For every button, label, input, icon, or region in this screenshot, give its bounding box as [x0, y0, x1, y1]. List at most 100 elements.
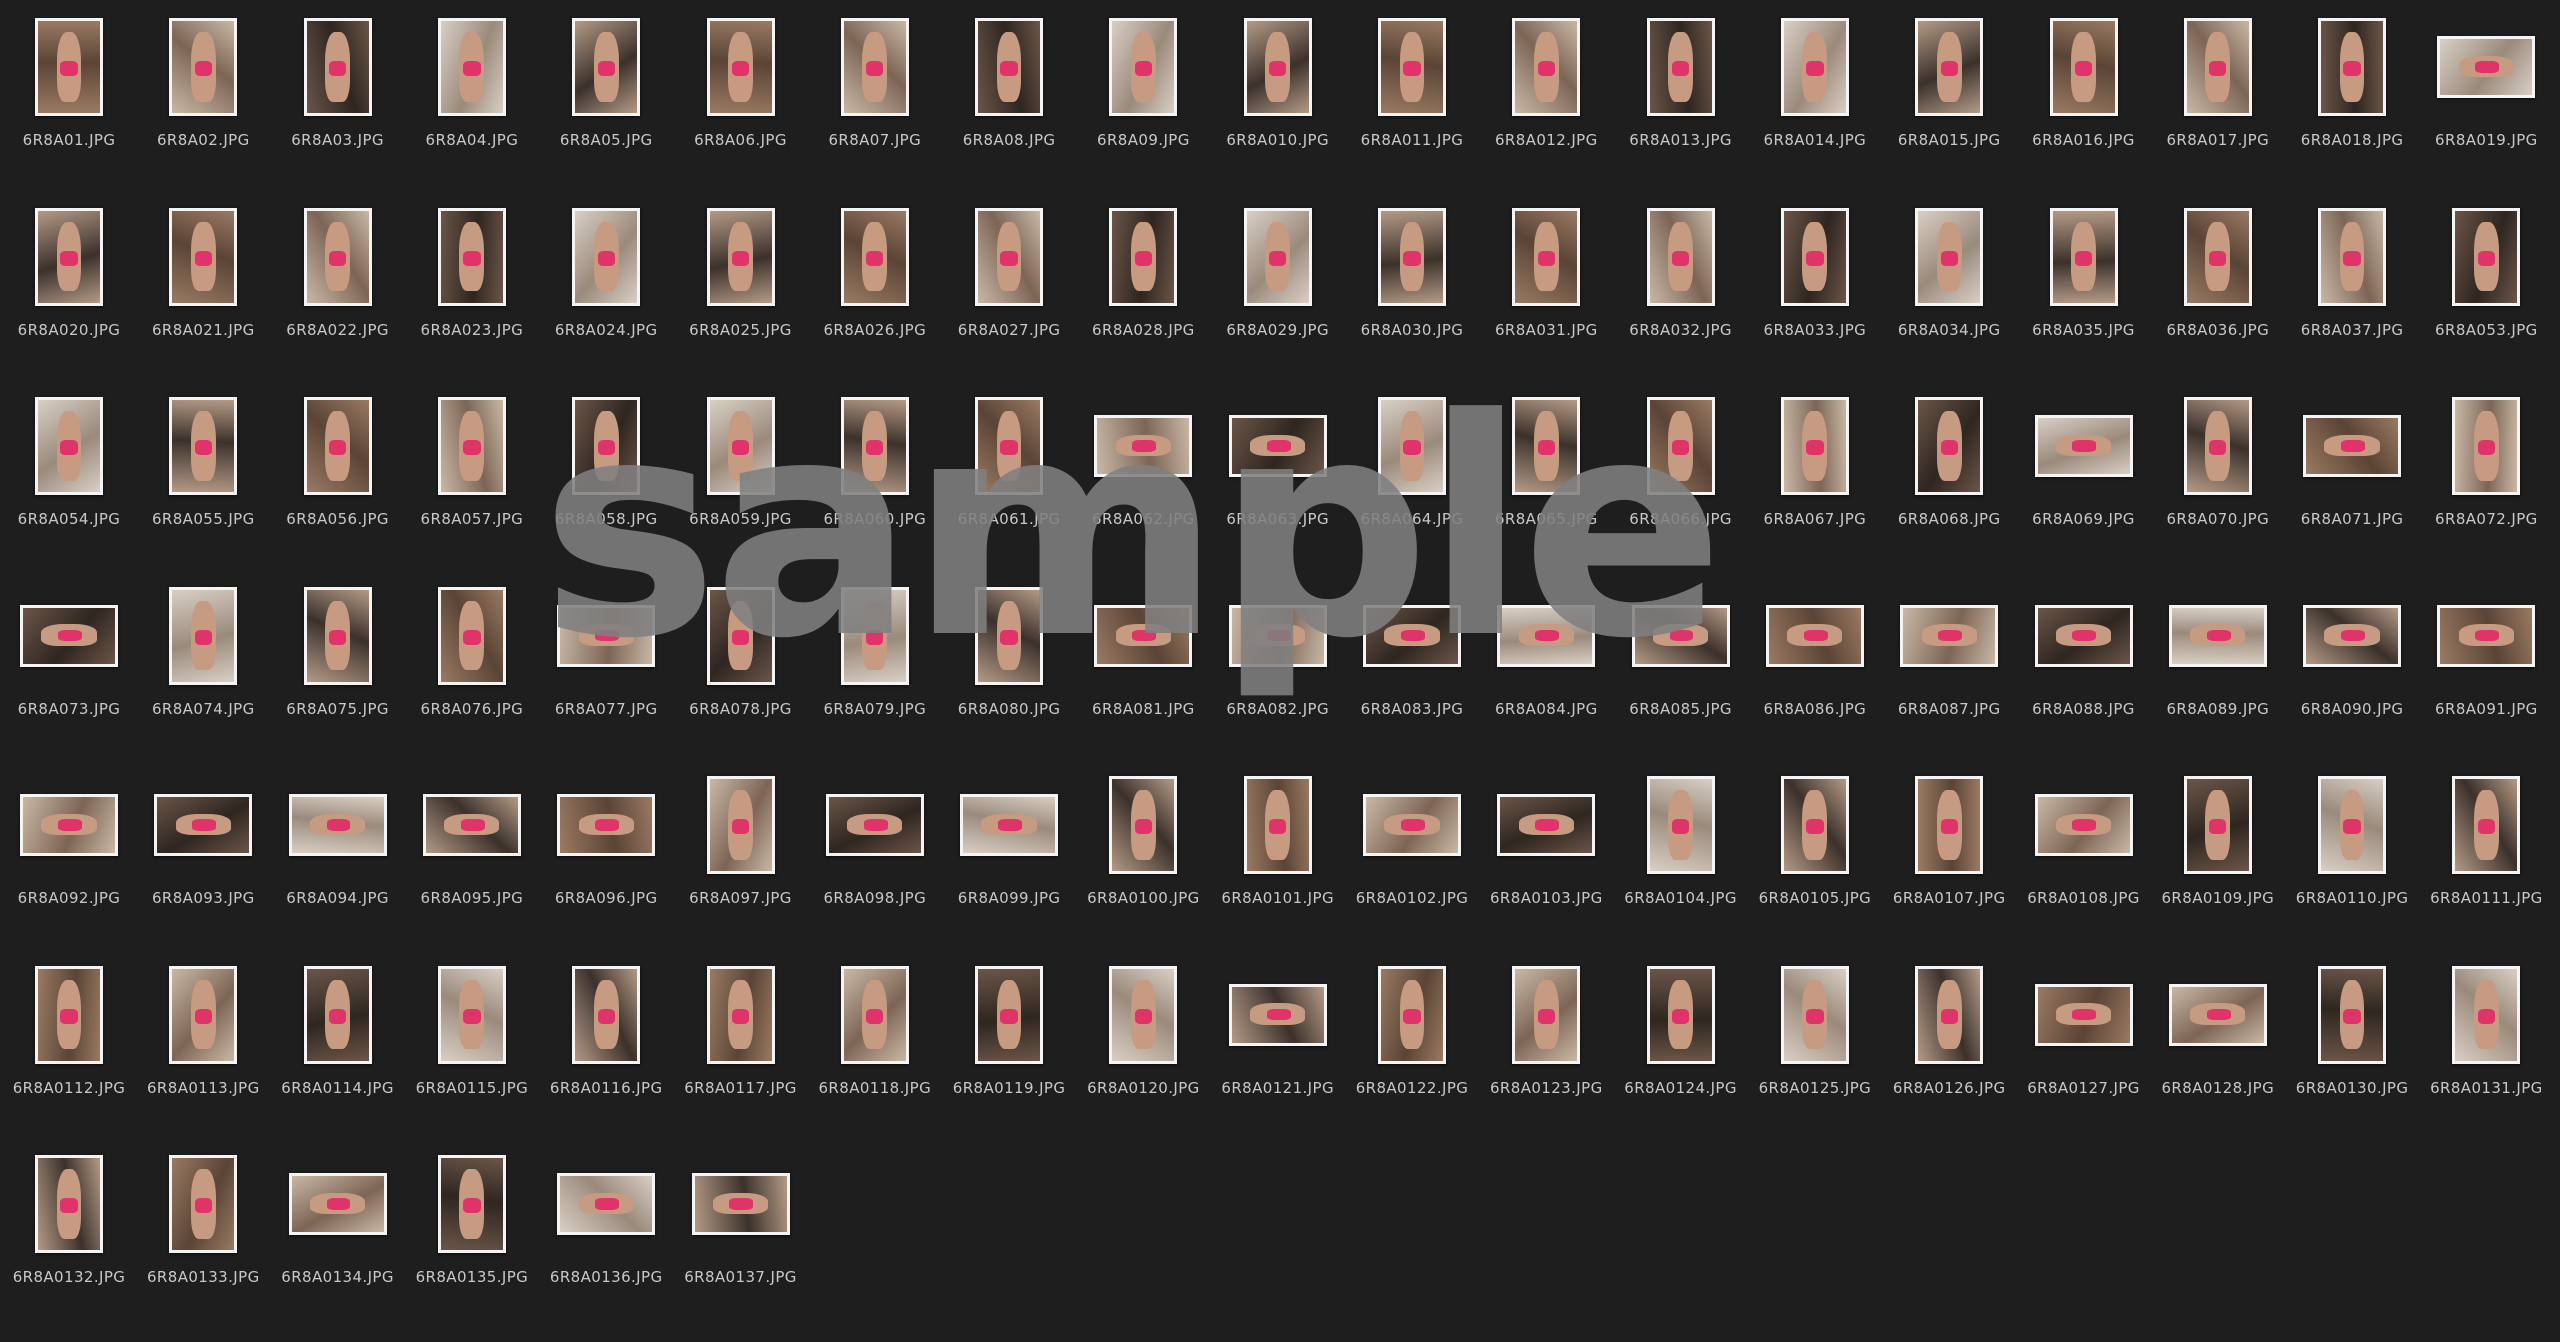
file-item[interactable]: 6R8A094.JPG — [271, 758, 405, 947]
photo-thumbnail[interactable] — [2437, 36, 2536, 98]
photo-thumbnail[interactable] — [1109, 207, 1178, 306]
photo-thumbnail[interactable] — [2183, 18, 2252, 116]
file-item[interactable]: 6R8A085.JPG — [1614, 569, 1748, 758]
file-item[interactable]: 6R8A09.JPG — [1076, 0, 1210, 189]
file-item[interactable]: 6R8A099.JPG — [942, 758, 1076, 947]
photo-thumbnail[interactable] — [1378, 965, 1446, 1064]
file-item[interactable]: 6R8A093.JPG — [136, 758, 270, 947]
file-item[interactable]: 6R8A0101.JPG — [1211, 758, 1345, 947]
file-item[interactable]: 6R8A0121.JPG — [1211, 948, 1345, 1137]
file-item[interactable]: 6R8A028.JPG — [1076, 190, 1210, 379]
file-item[interactable]: 6R8A017.JPG — [2151, 0, 2285, 189]
photo-thumbnail[interactable] — [35, 1155, 103, 1253]
file-item[interactable]: 6R8A0110.JPG — [2285, 758, 2419, 947]
file-item[interactable]: 6R8A030.JPG — [1345, 190, 1479, 379]
file-item[interactable]: 6R8A066.JPG — [1614, 379, 1748, 568]
file-item[interactable]: 6R8A070.JPG — [2151, 379, 2285, 568]
photo-thumbnail[interactable] — [1109, 18, 1178, 116]
photo-thumbnail[interactable] — [975, 397, 1044, 495]
file-item[interactable]: 6R8A058.JPG — [539, 379, 673, 568]
file-item[interactable]: 6R8A0111.JPG — [2419, 758, 2553, 947]
photo-thumbnail[interactable] — [169, 1155, 238, 1253]
file-item[interactable]: 6R8A074.JPG — [136, 569, 270, 758]
photo-thumbnail[interactable] — [1900, 604, 1999, 667]
photo-thumbnail[interactable] — [1243, 776, 1312, 874]
file-item[interactable]: 6R8A0104.JPG — [1614, 758, 1748, 947]
file-item[interactable]: 6R8A013.JPG — [1614, 0, 1748, 189]
file-item[interactable]: 6R8A0132.JPG — [2, 1137, 136, 1326]
photo-thumbnail[interactable] — [706, 965, 775, 1064]
photo-thumbnail[interactable] — [825, 794, 924, 856]
photo-thumbnail[interactable] — [20, 794, 118, 856]
photo-thumbnail[interactable] — [706, 776, 775, 874]
file-item[interactable]: 6R8A020.JPG — [2, 190, 136, 379]
file-item[interactable]: 6R8A081.JPG — [1076, 569, 1210, 758]
file-item[interactable]: 6R8A0128.JPG — [2151, 948, 2285, 1137]
file-item[interactable]: 6R8A012.JPG — [1479, 0, 1613, 189]
file-item[interactable]: 6R8A011.JPG — [1345, 0, 1479, 189]
file-item[interactable]: 6R8A029.JPG — [1211, 190, 1345, 379]
file-item[interactable]: 6R8A0105.JPG — [1748, 758, 1882, 947]
photo-thumbnail[interactable] — [169, 397, 238, 495]
file-item[interactable]: 6R8A0118.JPG — [808, 948, 942, 1137]
file-item[interactable]: 6R8A0133.JPG — [136, 1137, 270, 1326]
photo-thumbnail[interactable] — [840, 965, 909, 1064]
photo-thumbnail[interactable] — [975, 18, 1044, 116]
photo-thumbnail[interactable] — [557, 1173, 656, 1235]
file-item[interactable]: 6R8A0124.JPG — [1614, 948, 1748, 1137]
photo-thumbnail[interactable] — [1109, 776, 1178, 874]
file-item[interactable]: 6R8A078.JPG — [674, 569, 808, 758]
file-item[interactable]: 6R8A075.JPG — [271, 569, 405, 758]
file-item[interactable]: 6R8A033.JPG — [1748, 190, 1882, 379]
file-item[interactable]: 6R8A021.JPG — [136, 190, 270, 379]
file-item[interactable]: 6R8A019.JPG — [2419, 0, 2553, 189]
file-item[interactable]: 6R8A023.JPG — [405, 190, 539, 379]
photo-thumbnail[interactable] — [975, 965, 1044, 1064]
file-item[interactable]: 6R8A0116.JPG — [539, 948, 673, 1137]
photo-thumbnail[interactable] — [1780, 18, 1849, 116]
photo-thumbnail[interactable] — [437, 586, 506, 685]
photo-thumbnail[interactable] — [35, 18, 103, 116]
file-item[interactable]: 6R8A08.JPG — [942, 0, 1076, 189]
file-item[interactable]: 6R8A0107.JPG — [1882, 758, 2016, 947]
photo-thumbnail[interactable] — [1094, 415, 1193, 477]
file-item[interactable]: 6R8A060.JPG — [808, 379, 942, 568]
photo-thumbnail[interactable] — [572, 18, 641, 116]
file-item[interactable]: 6R8A084.JPG — [1479, 569, 1613, 758]
file-item[interactable]: 6R8A071.JPG — [2285, 379, 2419, 568]
file-item[interactable]: 6R8A05.JPG — [539, 0, 673, 189]
photo-thumbnail[interactable] — [35, 397, 103, 495]
photo-thumbnail[interactable] — [1512, 965, 1581, 1064]
photo-thumbnail[interactable] — [2452, 965, 2521, 1064]
file-item[interactable]: 6R8A086.JPG — [1748, 569, 1882, 758]
photo-thumbnail[interactable] — [288, 794, 387, 856]
file-item[interactable]: 6R8A034.JPG — [1882, 190, 2016, 379]
photo-thumbnail[interactable] — [35, 207, 103, 306]
photo-thumbnail[interactable] — [35, 965, 103, 1064]
file-item[interactable]: 6R8A0131.JPG — [2419, 948, 2553, 1137]
file-item[interactable]: 6R8A062.JPG — [1076, 379, 1210, 568]
photo-thumbnail[interactable] — [1915, 397, 1984, 495]
file-item[interactable]: 6R8A068.JPG — [1882, 379, 2016, 568]
file-item[interactable]: 6R8A0100.JPG — [1076, 758, 1210, 947]
file-item[interactable]: 6R8A063.JPG — [1211, 379, 1345, 568]
photo-thumbnail[interactable] — [2452, 776, 2521, 874]
file-item[interactable]: 6R8A0130.JPG — [2285, 948, 2419, 1137]
photo-thumbnail[interactable] — [1228, 604, 1327, 667]
file-item[interactable]: 6R8A098.JPG — [808, 758, 942, 947]
file-item[interactable]: 6R8A016.JPG — [2017, 0, 2151, 189]
file-item[interactable]: 6R8A0113.JPG — [136, 948, 270, 1137]
file-item[interactable]: 6R8A0127.JPG — [2017, 948, 2151, 1137]
photo-thumbnail[interactable] — [1094, 604, 1193, 667]
photo-thumbnail[interactable] — [2452, 207, 2521, 306]
file-item[interactable]: 6R8A03.JPG — [271, 0, 405, 189]
file-item[interactable]: 6R8A0103.JPG — [1479, 758, 1613, 947]
file-item[interactable]: 6R8A014.JPG — [1748, 0, 1882, 189]
file-item[interactable]: 6R8A035.JPG — [2017, 190, 2151, 379]
photo-thumbnail[interactable] — [437, 207, 506, 306]
file-item[interactable]: 6R8A069.JPG — [2017, 379, 2151, 568]
file-item[interactable]: 6R8A059.JPG — [674, 379, 808, 568]
photo-thumbnail[interactable] — [437, 965, 506, 1064]
file-item[interactable]: 6R8A07.JPG — [808, 0, 942, 189]
photo-thumbnail[interactable] — [1915, 207, 1984, 306]
